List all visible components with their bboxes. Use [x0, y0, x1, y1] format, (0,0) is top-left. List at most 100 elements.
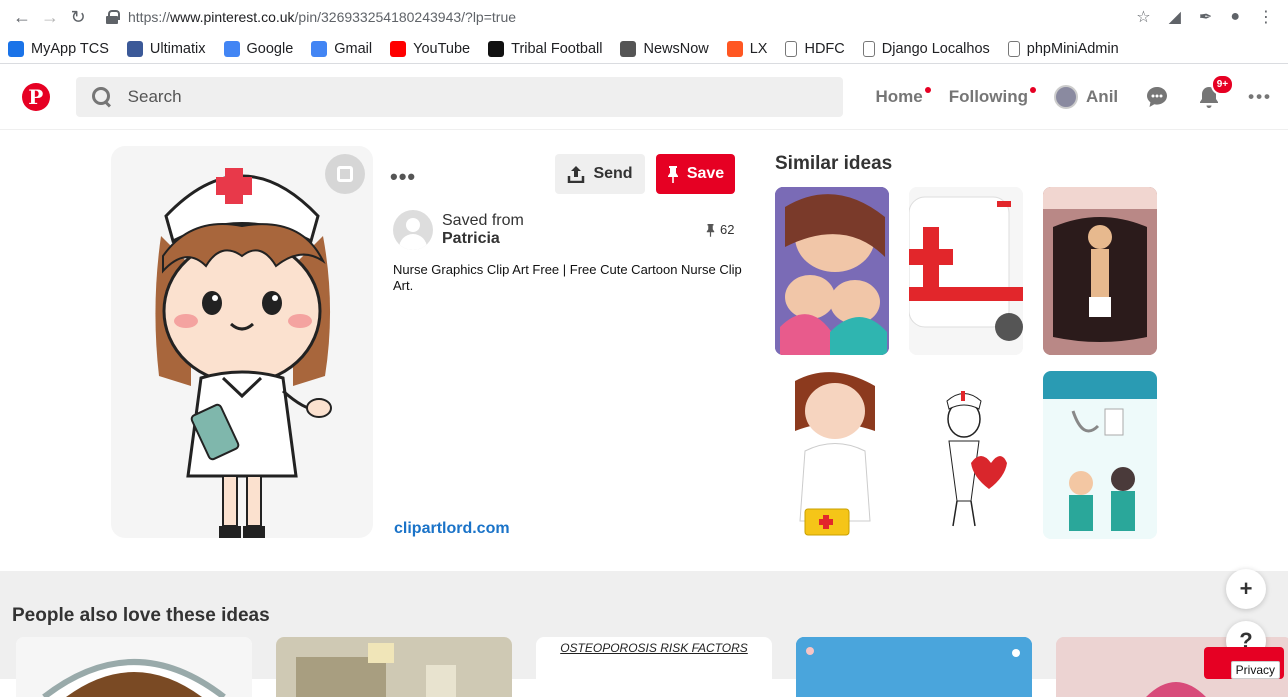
messages-button[interactable] [1144, 84, 1170, 110]
page-icon [785, 40, 798, 57]
bookmark-label: Gmail [334, 40, 373, 57]
send-label: Send [593, 165, 633, 182]
user-placeholder-icon [393, 210, 433, 250]
bookmark-label: phpMiniAdmin [1026, 40, 1119, 57]
bookmark-label: Django Localhos [881, 40, 990, 57]
similar-idea-medical-illustration[interactable] [1043, 371, 1157, 539]
saved-from-label: Saved from [442, 212, 524, 229]
chat-icon [1147, 86, 1168, 107]
pin-image[interactable] [111, 146, 373, 538]
user-name: Anil [1086, 86, 1119, 106]
bookmark-item[interactable]: Google [223, 40, 294, 57]
home-notification-dot [924, 86, 931, 93]
browser-toolbar: ← → ↻ https://www.pinterest.co.uk/pin/32… [0, 0, 1288, 34]
similar-idea-mothers-children[interactable] [775, 187, 889, 355]
source-link[interactable]: clipartlord.com [394, 520, 510, 538]
bookmark-item[interactable]: LX [726, 40, 768, 57]
bookmark-label: Tribal Football [511, 40, 603, 57]
profile-link[interactable]: Anil [1054, 84, 1119, 109]
address-bar[interactable]: https://www.pinterest.co.uk/pin/32693325… [106, 3, 1136, 31]
idea-card-2[interactable] [276, 637, 512, 697]
pin-description: Nurse Graphics Clip Art Free | Free Cute… [393, 262, 742, 293]
idea-card-3-title: OSTEOPOROSIS RISK FACTORS [560, 641, 748, 655]
pin-icon [667, 166, 678, 183]
similar-idea-nurse-wink[interactable] [775, 371, 889, 539]
similar-idea-infographic[interactable] [1043, 187, 1157, 355]
bookmark-item[interactable]: MyApp TCS [8, 40, 109, 57]
power-icon [726, 40, 743, 57]
privacy-link[interactable]: Privacy [1230, 661, 1280, 679]
more-ideas-section: People also love these ideas OSTEOPOROSI… [0, 569, 1288, 697]
bookmark-item[interactable]: NewsNow [620, 40, 709, 57]
pin-more-options-button[interactable]: ••• [390, 164, 416, 190]
notifications-button[interactable]: 9+ [1196, 73, 1235, 110]
profile-icon[interactable]: ● [1230, 8, 1240, 26]
saved-from[interactable]: Saved from Patricia [393, 210, 524, 250]
forward-button[interactable]: → [36, 3, 64, 31]
search-bar[interactable] [75, 76, 844, 117]
briefcase-icon [8, 40, 24, 57]
back-button[interactable]: ← [8, 3, 36, 31]
bookmark-item[interactable]: Ultimatix [126, 40, 206, 57]
google-icon [311, 40, 328, 57]
newsnow-icon [620, 40, 637, 57]
saved-from-user[interactable]: Patricia [442, 230, 524, 248]
notifications-badge: 9+ [1210, 73, 1235, 95]
extension-icon[interactable]: ✒ [1199, 7, 1212, 27]
tata-icon [126, 40, 143, 57]
url-path: /pin/326933254180243943/?lp=true [294, 9, 517, 25]
bookmark-item[interactable]: YouTube [390, 40, 471, 57]
more-ideas-title: People also love these ideas [12, 605, 270, 626]
similar-idea-nurse-heart[interactable] [909, 371, 1023, 539]
bookmark-item[interactable]: Tribal Football [488, 40, 603, 57]
send-button[interactable]: Send [555, 154, 645, 194]
reload-button[interactable]: ↻ [64, 3, 92, 31]
nurse-illustration [155, 168, 332, 538]
signal-icon[interactable]: ◢ [1169, 7, 1181, 27]
expand-image-button[interactable] [325, 154, 365, 194]
similar-idea-ambulance[interactable] [909, 187, 1023, 355]
bookmark-item[interactable]: Django Localhos [862, 40, 990, 57]
repin-count-value: 62 [720, 222, 735, 237]
bookmark-label: LX [749, 40, 768, 57]
youtube-icon [390, 40, 407, 57]
following-notification-dot [1030, 86, 1037, 93]
add-pin-button[interactable]: + [1226, 569, 1266, 609]
home-label: Home [875, 86, 923, 106]
search-input[interactable] [127, 86, 728, 107]
url-host: www.pinterest.co.uk [170, 9, 295, 25]
google-icon [223, 40, 240, 57]
bookmark-label: NewsNow [643, 40, 709, 57]
tf-icon [488, 40, 505, 57]
expand-icon [337, 166, 353, 182]
bookmarks-bar: MyApp TCS Ultimatix Google Gmail YouTube Trib… [0, 34, 1288, 64]
bookmark-star-icon[interactable]: ☆ [1136, 7, 1150, 27]
bookmark-label: MyApp TCS [31, 40, 109, 57]
avatar [1054, 84, 1079, 109]
more-options-button[interactable]: ••• [1248, 87, 1272, 107]
idea-card-1[interactable] [16, 637, 252, 697]
page-icon [862, 40, 875, 57]
bookmark-item[interactable]: phpMiniAdmin [1007, 40, 1119, 57]
similar-ideas-title: Similar ideas [775, 153, 893, 174]
pin-icon [706, 223, 715, 237]
bookmark-item[interactable]: HDFC [785, 40, 845, 57]
bookmark-label: Google [246, 40, 294, 57]
following-link[interactable]: Following [948, 86, 1037, 107]
pinterest-logo-icon[interactable]: P [22, 82, 50, 111]
share-icon [568, 166, 585, 183]
home-link[interactable]: Home [875, 86, 931, 107]
page-icon [1007, 40, 1020, 57]
save-label: Save [686, 165, 725, 182]
url-prefix: https:// [128, 9, 171, 25]
bookmark-label: Ultimatix [149, 40, 206, 57]
menu-icon[interactable]: ⋮ [1258, 7, 1274, 27]
following-label: Following [948, 86, 1029, 106]
bookmark-item[interactable]: Gmail [311, 40, 373, 57]
lock-icon [106, 10, 120, 24]
idea-card-3[interactable]: OSTEOPOROSIS RISK FACTORS [536, 637, 772, 697]
bookmark-label: HDFC [804, 40, 845, 57]
save-button[interactable]: Save [656, 154, 735, 194]
bookmark-label: YouTube [413, 40, 471, 57]
idea-card-4[interactable] [796, 637, 1032, 697]
